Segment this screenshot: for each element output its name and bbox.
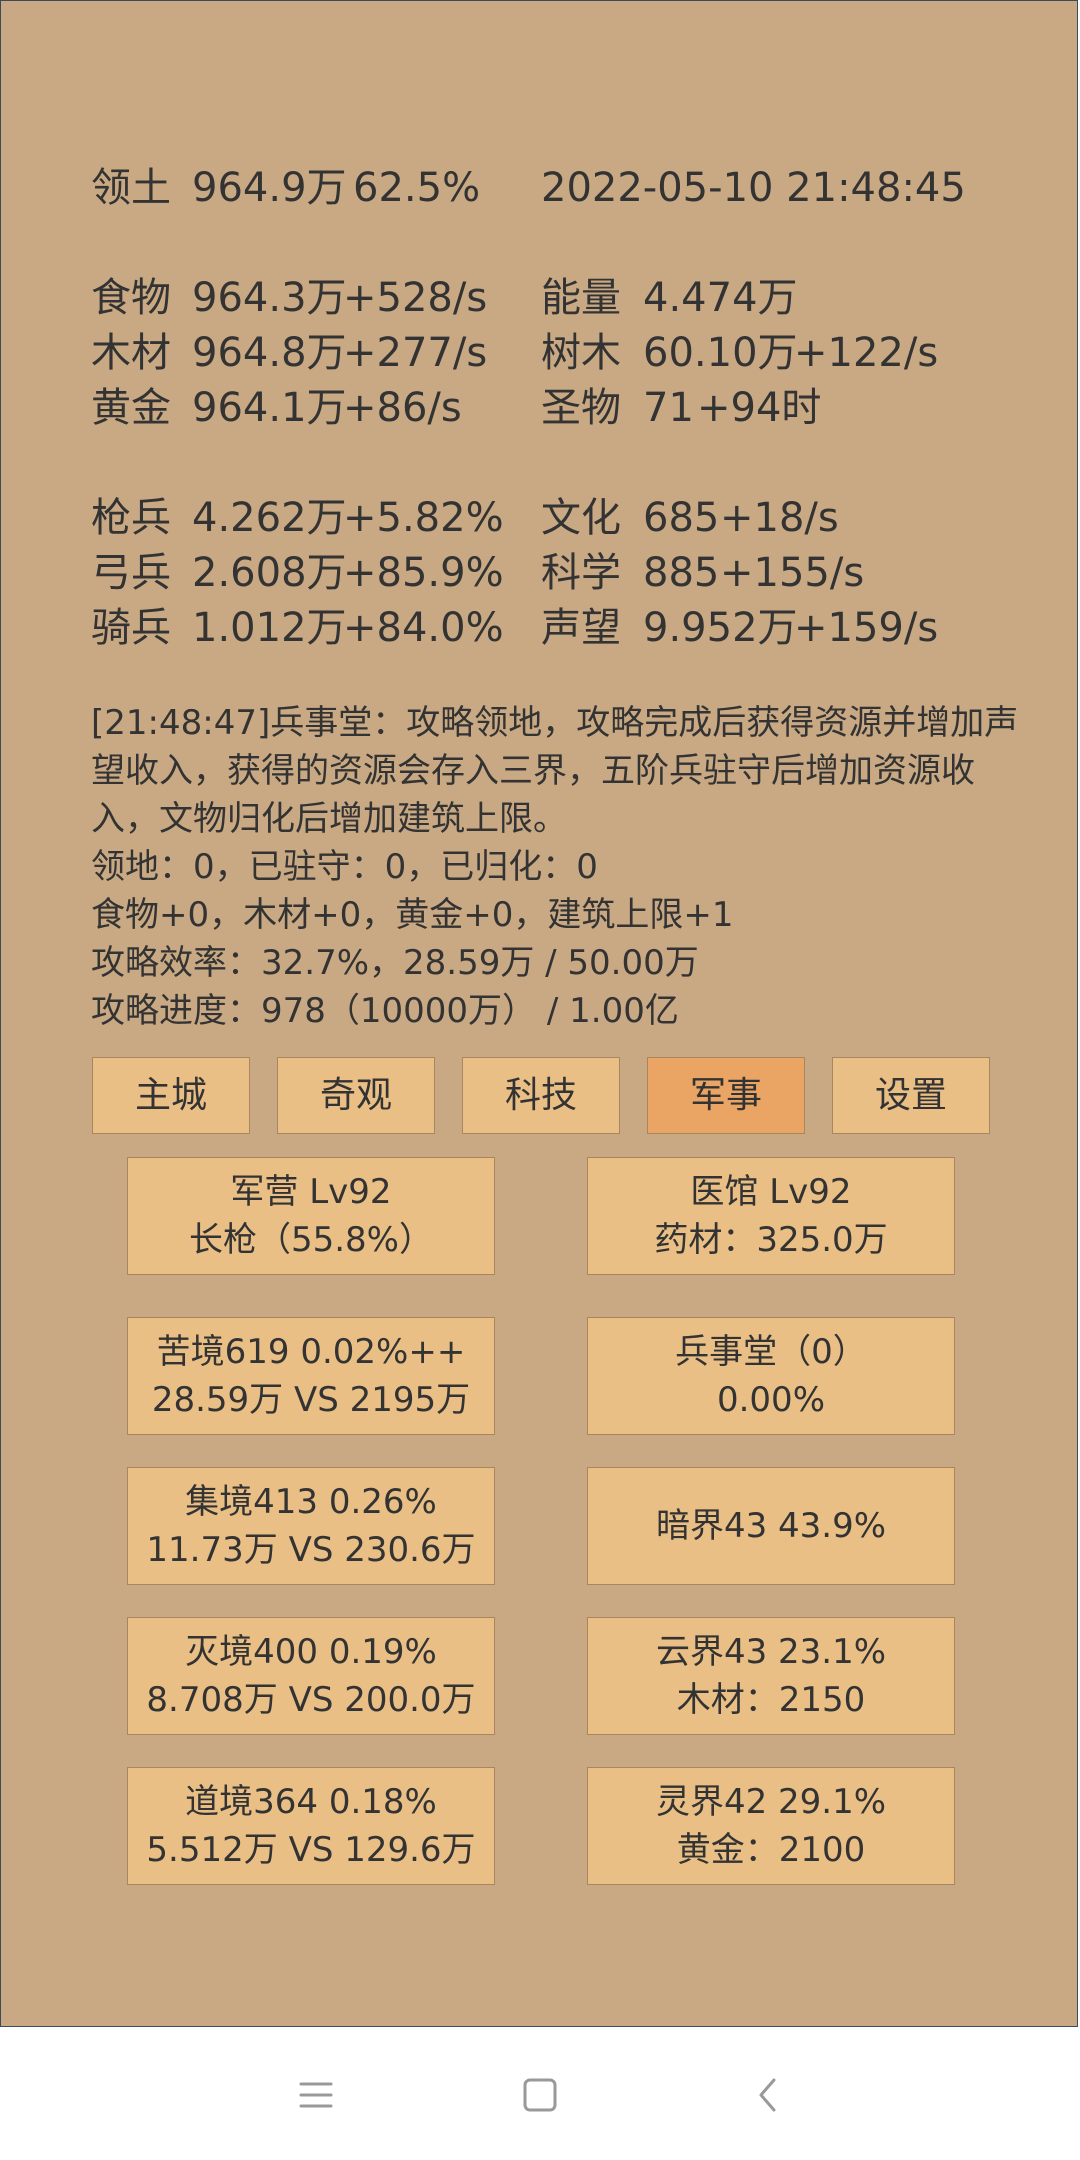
prestige-rate: +159/s [794,605,939,651]
lingjie-card[interactable]: 灵界42 29.1% 黄金：2100 [587,1767,955,1885]
kujing-detail: 28.59万 VS 2195万 [151,1380,471,1420]
log-line-territory: 领地：0，已驻守：0，已归化：0 [91,847,598,887]
cavalry-value: 1.012万 [192,605,347,651]
relic-label: 圣物 [541,385,621,431]
archer-label: 弓兵 [91,550,171,596]
system-navigation-bar [0,2028,1080,2160]
trees-rate: +122/s [794,330,939,376]
miejing-card[interactable]: 灭境400 0.19% 8.708万 VS 200.0万 [127,1617,495,1735]
gold-label: 黄金 [91,385,171,431]
tab-main-city[interactable]: 主城 [92,1057,250,1134]
bingshitang-title: 兵事堂（0） [675,1332,867,1372]
spearman-value: 4.262万 [192,495,347,541]
relic-rate: +94时 [697,385,822,431]
clinic-card[interactable]: 医馆 Lv92 药材：325.0万 [587,1157,955,1275]
log-line-progress: 攻略进度：978（10000万） / 1.00亿 [91,991,679,1031]
cavalry-label: 骑兵 [91,605,171,651]
clinic-title: 医馆 Lv92 [690,1172,852,1212]
game-datetime: 2022-05-10 21:48:45 [541,165,966,211]
energy-label: 能量 [541,275,621,321]
science-value: 885 [643,550,720,596]
log-line-efficiency: 攻略效率：32.7%，28.59万 / 50.00万 [91,943,699,983]
daojing-detail: 5.512万 VS 129.6万 [146,1830,476,1870]
clinic-detail: 药材：325.0万 [654,1220,888,1260]
gold-rate: +86/s [343,385,462,431]
kujing-title: 苦境619 0.02%++ [156,1332,466,1372]
territory-value: 964.9万 [192,165,347,211]
tab-military[interactable]: 军事 [647,1057,805,1134]
archer-value: 2.608万 [192,550,347,596]
barracks-card[interactable]: 军营 Lv92 长枪（55.8%） [127,1157,495,1275]
food-rate: +528/s [343,275,488,321]
food-value: 964.3万 [192,275,347,321]
wood-value: 964.8万 [192,330,347,376]
culture-rate: +18/s [720,495,839,541]
energy-value: 4.474万 [643,275,798,321]
territory-percent: 62.5% [353,165,481,211]
territory-label: 领土 [91,165,171,211]
anjie-title: 暗界43 43.9% [655,1506,887,1546]
trees-label: 树木 [541,330,621,376]
back-icon[interactable] [743,2070,793,2120]
kujing-card[interactable]: 苦境619 0.02%++ 28.59万 VS 2195万 [127,1317,495,1435]
science-label: 科学 [541,550,621,596]
jijing-card[interactable]: 集境413 0.26% 11.73万 VS 230.6万 [127,1467,495,1585]
menu-icon[interactable] [291,2070,341,2120]
spearman-label: 枪兵 [91,495,171,541]
prestige-value: 9.952万 [643,605,798,651]
trees-value: 60.10万 [643,330,798,376]
log-message: [21:48:47]兵事堂：攻略领地，攻略完成后获得资源并增加声望收入，获得的资… [91,703,1019,839]
yunjie-detail: 木材：2150 [676,1680,866,1720]
log-line-rewards: 食物+0，木材+0，黄金+0，建筑上限+1 [91,895,734,935]
cavalry-rate: +84.0% [343,605,504,651]
relic-value: 71 [643,385,694,431]
anjie-card[interactable]: 暗界43 43.9% [587,1467,955,1585]
lingjie-detail: 黄金：2100 [676,1830,866,1870]
archer-rate: +85.9% [343,550,504,596]
jijing-title: 集境413 0.26% [185,1482,437,1522]
science-rate: +155/s [720,550,865,596]
food-label: 食物 [91,275,171,321]
culture-value: 685 [643,495,720,541]
barracks-title: 军营 Lv92 [230,1172,392,1212]
bingshitang-detail: 0.00% [716,1380,825,1420]
tab-technology[interactable]: 科技 [462,1057,620,1134]
tab-wonders[interactable]: 奇观 [277,1057,435,1134]
tab-settings[interactable]: 设置 [832,1057,990,1134]
yunjie-card[interactable]: 云界43 23.1% 木材：2150 [587,1617,955,1735]
miejing-detail: 8.708万 VS 200.0万 [146,1680,476,1720]
wood-rate: +277/s [343,330,488,376]
miejing-title: 灭境400 0.19% [185,1632,437,1672]
culture-label: 文化 [541,495,621,541]
daojing-card[interactable]: 道境364 0.18% 5.512万 VS 129.6万 [127,1767,495,1885]
spearman-rate: +5.82% [343,495,504,541]
gold-value: 964.1万 [192,385,347,431]
game-screen: 领土 964.9万 62.5% 2022-05-10 21:48:45 食物 9… [0,0,1078,2027]
wood-label: 木材 [91,330,171,376]
event-log: [21:48:47]兵事堂：攻略领地，攻略完成后获得资源并增加声望收入，获得的资… [91,699,1021,1035]
bingshitang-card[interactable]: 兵事堂（0） 0.00% [587,1317,955,1435]
barracks-detail: 长枪（55.8%） [188,1220,433,1260]
prestige-label: 声望 [541,605,621,651]
yunjie-title: 云界43 23.1% [655,1632,887,1672]
home-icon[interactable] [515,2070,565,2120]
daojing-title: 道境364 0.18% [185,1782,437,1822]
jijing-detail: 11.73万 VS 230.6万 [146,1530,476,1570]
lingjie-title: 灵界42 29.1% [655,1782,887,1822]
